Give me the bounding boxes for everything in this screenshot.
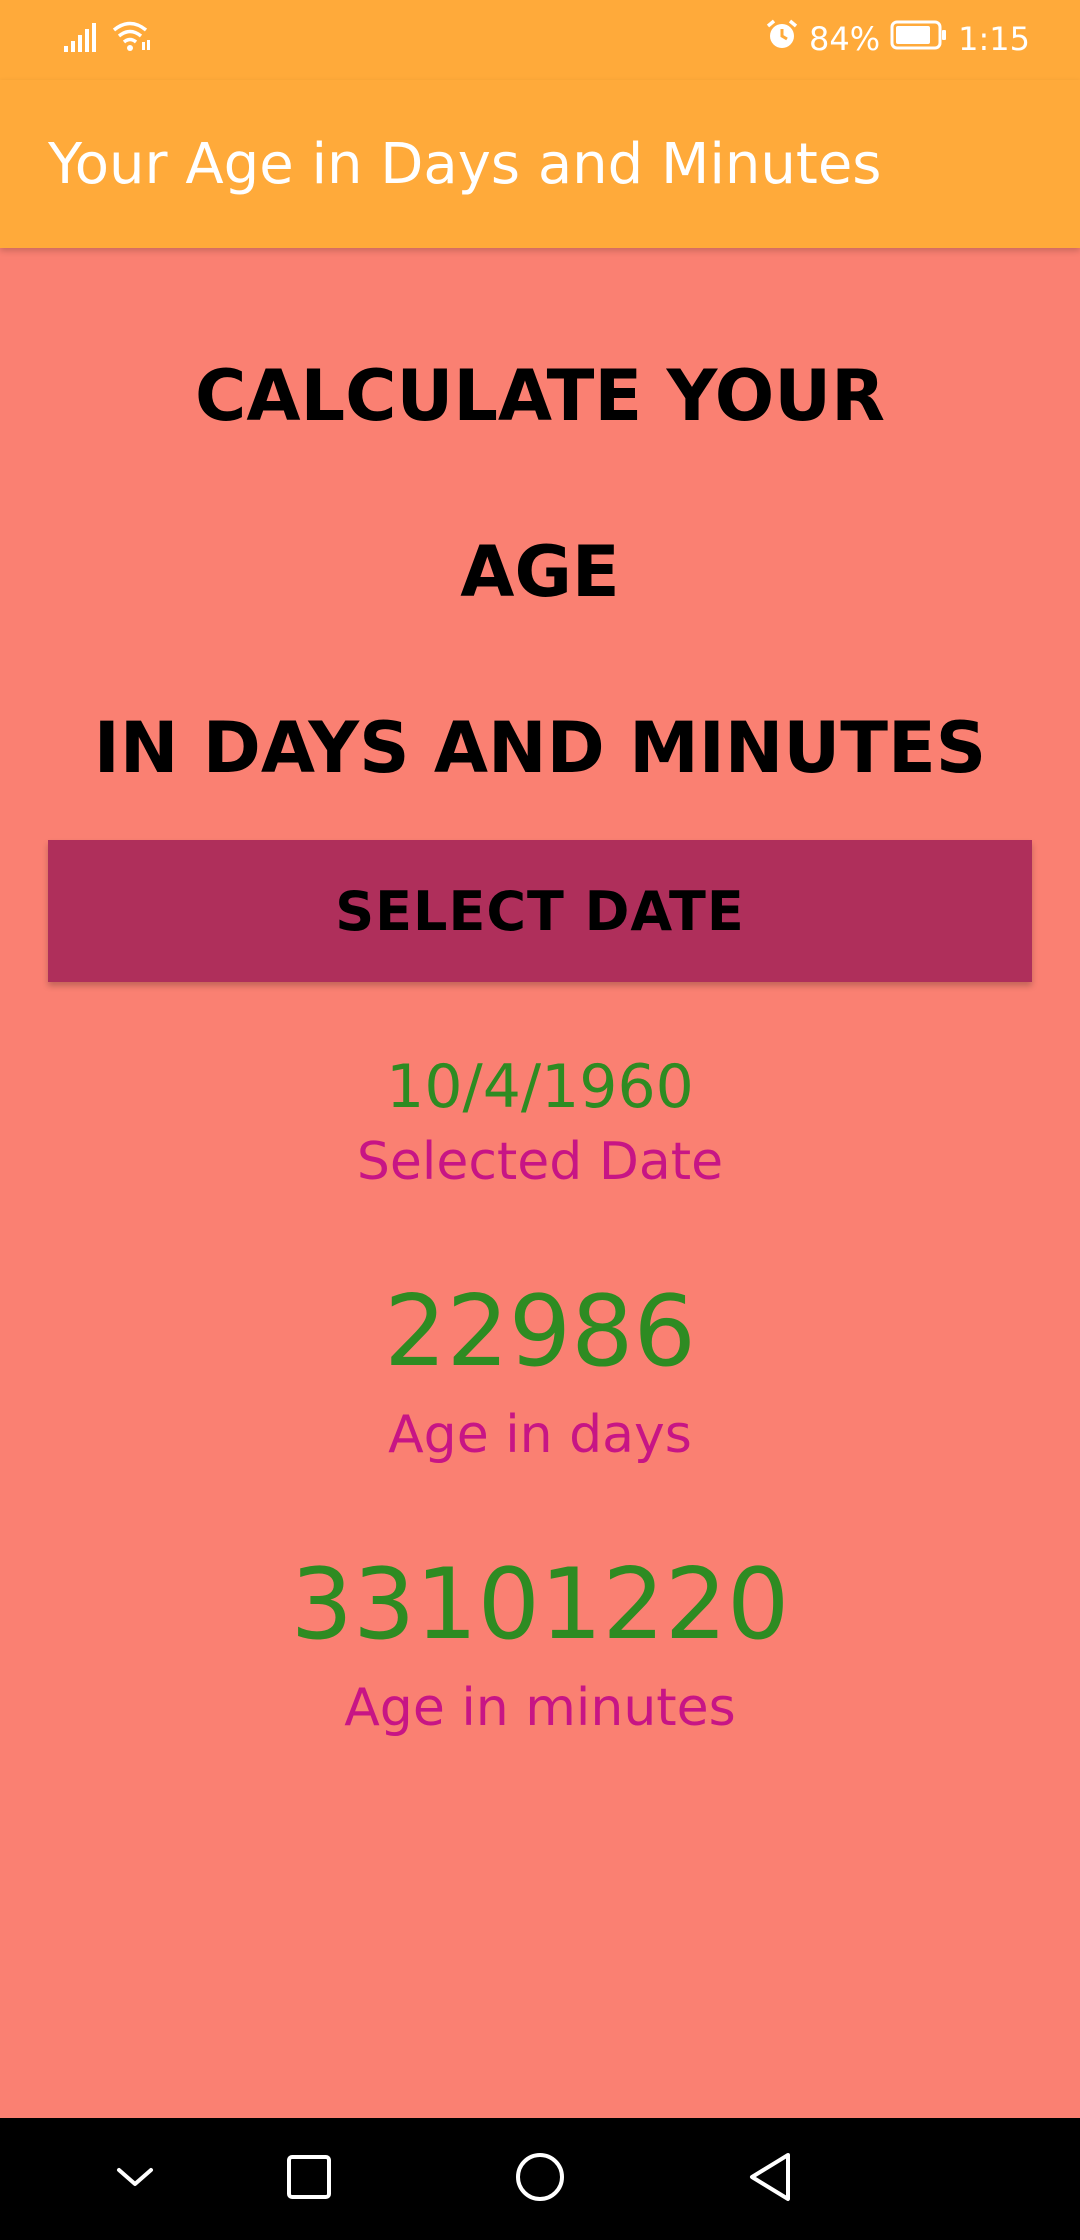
recents-square-icon	[286, 2154, 332, 2204]
nav-home-button[interactable]	[505, 2144, 575, 2214]
age-minutes-label: Age in minutes	[344, 1678, 736, 1738]
nav-hide-button[interactable]	[100, 2144, 170, 2214]
nav-bar	[0, 2118, 1080, 2240]
alarm-icon	[765, 18, 799, 60]
select-date-label: SELECT DATE	[335, 879, 745, 943]
nav-recents-button[interactable]	[274, 2144, 344, 2214]
battery-icon	[890, 20, 948, 58]
selected-date-label: Selected Date	[356, 1132, 724, 1192]
signal-icon	[64, 22, 98, 56]
heading-line-3: IN DAYS AND MINUTES	[93, 707, 987, 789]
age-minutes-value: 33101220	[290, 1548, 790, 1662]
chevron-down-icon	[115, 2162, 155, 2196]
status-left	[64, 20, 152, 56]
age-days-value: 22986	[384, 1275, 696, 1389]
heading-line-2: AGE	[460, 531, 620, 613]
select-date-button[interactable]: SELECT DATE	[48, 840, 1032, 982]
home-circle-icon	[514, 2151, 566, 2207]
app-bar: Your Age in Days and Minutes	[0, 80, 1080, 248]
app-title: Your Age in Days and Minutes	[48, 132, 882, 197]
heading-line-1: CALCULATE YOUR	[194, 355, 886, 437]
wifi-icon	[112, 20, 152, 56]
battery-percent: 84%	[809, 20, 881, 58]
age-days-label: Age in days	[388, 1405, 692, 1465]
selected-date-value: 10/4/1960	[386, 1052, 694, 1122]
status-right: 84% 1:15	[765, 18, 1030, 60]
clock: 1:15	[958, 20, 1030, 58]
status-bar: 84% 1:15	[0, 0, 1080, 80]
nav-back-button[interactable]	[735, 2144, 805, 2214]
back-triangle-icon	[746, 2151, 794, 2207]
